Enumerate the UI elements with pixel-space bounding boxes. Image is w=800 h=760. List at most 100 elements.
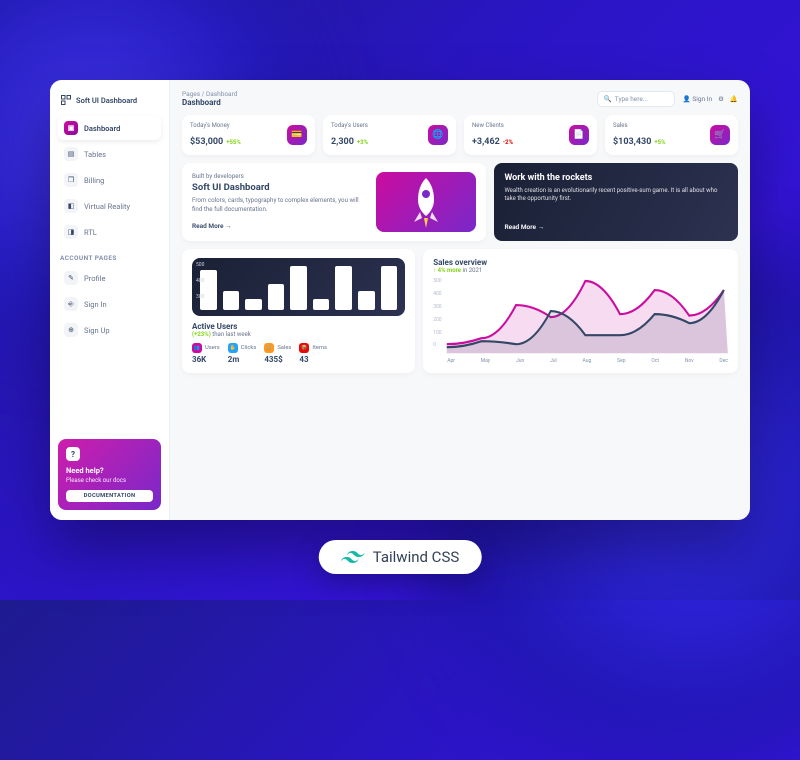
intro-kicker: Built by developers xyxy=(192,172,368,180)
intro-card: Built by developers Soft UI Dashboard Fr… xyxy=(182,163,486,241)
stat-label: Sales xyxy=(613,122,666,129)
stat-card: New Clients +3,462-2% 📄 xyxy=(464,115,597,155)
sidebar-item-signin[interactable]: ⎆ Sign In xyxy=(58,292,161,316)
sidebar-item-vr[interactable]: ◧Virtual Reality xyxy=(58,194,161,218)
bar xyxy=(290,266,307,310)
sidebar-item-rtl[interactable]: ◨ RTL xyxy=(58,220,161,244)
stat-value: $103,430 xyxy=(613,137,651,147)
sidebar-item-label: Sign In xyxy=(84,300,107,309)
signin-label: Sign In xyxy=(692,95,712,103)
stat-label: Today's Users xyxy=(331,122,368,129)
sales-overview-card: Sales overview ↑ 4% more in 2021 5004003… xyxy=(423,249,738,373)
metric-label: Users xyxy=(205,345,220,351)
metric-label: Clicks xyxy=(241,345,257,351)
metric: 📦Items43 xyxy=(299,343,327,364)
stat-value: 2,300 xyxy=(331,137,354,147)
metric: 👥Users 36K xyxy=(192,343,220,364)
metric-icon: 🛒 xyxy=(264,343,274,353)
metric-value: 2m xyxy=(228,355,257,364)
stat-value: $53,000 xyxy=(190,137,223,147)
metric-icon: ✋ xyxy=(228,343,238,353)
sidebar-item-billing[interactable]: ❐ Billing xyxy=(58,168,161,192)
tailwind-icon xyxy=(341,549,365,565)
documentation-button[interactable]: DOCUMENTATION xyxy=(66,490,153,502)
stat-icon: 📄 xyxy=(569,125,589,145)
intro-body: From colors, cards, typography to comple… xyxy=(192,196,368,213)
breadcrumb: Pages / Dashboard Dashboard xyxy=(182,90,237,107)
stats-row: Today's Money$53,000+55%💳Today's Users2,… xyxy=(182,115,738,155)
dashboard-icon: ▣ xyxy=(64,121,78,135)
metric-icon: 👥 xyxy=(192,343,202,353)
metric-value: 43 xyxy=(299,355,327,364)
work-body: Wealth creation is an evolutionarily rec… xyxy=(504,187,728,204)
sidebar-item-tables[interactable]: ▤ Tables xyxy=(58,142,161,166)
sales-chart: 5004003002001000 AprMayJunJulAugSepOctNo… xyxy=(433,278,728,364)
stat-label: Today's Money xyxy=(190,122,241,129)
rtl-icon: ◨ xyxy=(64,225,78,239)
bar xyxy=(245,299,262,310)
help-sub: Please check our docs xyxy=(66,477,153,484)
topbar-actions: 👤 Sign In ⚙ 🔔 xyxy=(683,95,738,103)
work-title: Work with the rockets xyxy=(504,173,728,183)
tailwind-badge: Tailwind CSS xyxy=(319,540,482,574)
active-users-card: 500400300 Active Users (+23%) than last … xyxy=(182,249,415,373)
billing-icon: ❐ xyxy=(64,173,78,187)
breadcrumb-path: Pages / Dashboard xyxy=(182,90,237,98)
stat-icon: 🛒 xyxy=(710,125,730,145)
help-title: Need help? xyxy=(66,466,153,475)
sidebar-item-label: Tables xyxy=(84,150,106,159)
intro-title: Soft UI Dashboard xyxy=(192,182,368,193)
bar xyxy=(358,291,375,310)
metric-value: 36K xyxy=(192,355,220,364)
tables-icon: ▤ xyxy=(64,147,78,161)
stat-delta: -2% xyxy=(503,139,513,146)
work-card: Work with the rockets Wealth creation is… xyxy=(494,163,738,241)
signup-icon: ⊕ xyxy=(64,323,78,337)
profile-icon: ✎ xyxy=(64,271,78,285)
metric-value: 435$ xyxy=(264,355,291,364)
bar xyxy=(313,299,330,310)
bell-icon[interactable]: 🔔 xyxy=(730,95,738,103)
stat-icon: 💳 xyxy=(287,125,307,145)
search-placeholder: Type here... xyxy=(615,95,648,103)
active-users-chart: 500400300 xyxy=(192,258,405,316)
brand-icon xyxy=(60,94,72,106)
topbar: Pages / Dashboard Dashboard 🔍 Type here.… xyxy=(182,90,738,107)
app-window: Soft UI Dashboard ▣Dashboard ▤Tables ❐Bi… xyxy=(50,80,750,520)
work-read-more-link[interactable]: Read More → xyxy=(504,223,728,231)
stat-card: Today's Money$53,000+55%💳 xyxy=(182,115,315,155)
sidebar-item-label: RTL xyxy=(84,228,97,237)
vr-icon: ◧ xyxy=(64,199,78,213)
sidebar: Soft UI Dashboard ▣Dashboard ▤ Tables ❐ Bi… xyxy=(50,80,170,520)
bar xyxy=(268,284,285,311)
stat-delta: +5% xyxy=(654,139,665,146)
intro-read-more-link[interactable]: Read More → xyxy=(192,222,232,230)
active-users-title: Active Users xyxy=(192,322,405,331)
sidebar-item-signup[interactable]: ⊕Sign Up xyxy=(58,318,161,342)
brand: Soft UI Dashboard xyxy=(58,90,161,116)
stat-card: Sales $103,430+5% 🛒 xyxy=(605,115,738,155)
rocket-icon xyxy=(406,174,446,230)
rocket-illustration xyxy=(376,172,476,232)
sidebar-item-profile[interactable]: ✎Profile xyxy=(58,266,161,290)
sidebar-section-head: ACCOUNT PAGES xyxy=(60,254,159,262)
metric-label: Sales xyxy=(277,345,291,351)
help-icon: ? xyxy=(66,447,80,461)
sidebar-item-label: Billing xyxy=(84,176,104,185)
main-content: Pages / Dashboard Dashboard 🔍 Type here.… xyxy=(170,80,750,520)
signin-link[interactable]: 👤 Sign In xyxy=(683,95,712,103)
active-users-sub: (+23%) than last week xyxy=(192,331,405,338)
stat-card: Today's Users2,300+3%🌐 xyxy=(323,115,456,155)
bar xyxy=(335,266,352,310)
sidebar-item-dashboard[interactable]: ▣Dashboard xyxy=(58,116,161,140)
stat-value: +3,462 xyxy=(472,137,500,147)
gear-icon[interactable]: ⚙ xyxy=(718,95,724,103)
page-title: Dashboard xyxy=(182,98,237,107)
signin-icon: ⎆ xyxy=(64,297,78,311)
metric-label: Items xyxy=(312,345,327,351)
search-input[interactable]: 🔍 Type here... xyxy=(597,91,675,107)
search-icon: 🔍 xyxy=(604,95,612,103)
metric: 🛒Sales 435$ xyxy=(264,343,291,364)
bar xyxy=(381,266,398,310)
stat-label: New Clients xyxy=(472,122,513,129)
